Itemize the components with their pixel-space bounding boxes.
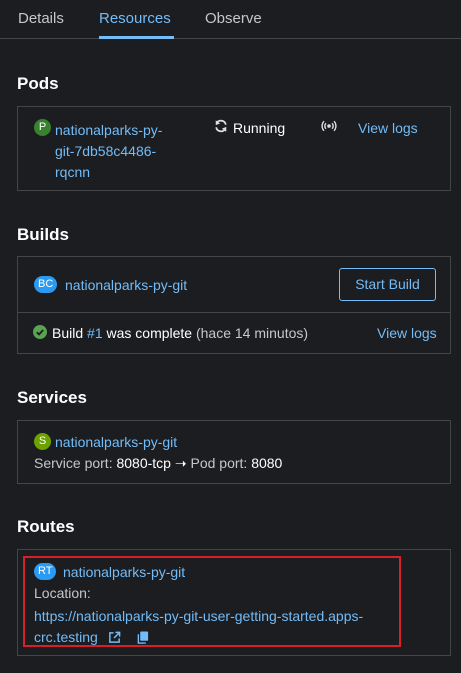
service-ports: Service port: 8080-tcp ➝ Pod port: 8080 [34,455,282,472]
divider [18,312,450,313]
build-time: (hace 14 minutos) [195,325,309,341]
build-number-link[interactable]: #1 [87,325,103,341]
route-highlight-box [23,556,401,647]
arrow-right-icon: ➝ [174,455,187,471]
pods-heading: Pods [17,74,59,93]
service-port-value: 8080-tcp [116,455,171,471]
build-status-text: Build #1 was complete (hace 14 minutos) [52,325,308,341]
services-heading: Services [17,388,87,407]
services-card: S nationalparks-py-git Service port: 808… [17,420,451,484]
sync-icon [214,119,228,136]
build-view-logs-link[interactable]: View logs [377,325,437,341]
pod-name-line: git-7db58c4486- [55,143,157,159]
pod-name-line: nationalparks-py- [55,122,163,138]
build-config-badge: BC [34,276,58,293]
pod-badge: P [34,119,51,136]
build-config-name-link[interactable]: nationalparks-py-git [65,277,187,293]
builds-card: BC nationalparks-py-git Start Build Buil… [17,256,451,354]
service-badge: S [34,433,51,450]
pods-card: P nationalparks-py- git-7db58c4486- rqcn… [17,106,451,191]
tab-bar: Details Resources Observe [0,0,461,39]
broadcast-icon [321,119,337,136]
service-port-label: Service port: [34,455,113,471]
pod-name-link[interactable]: nationalparks-py- git-7db58c4486- rqcnn [55,120,162,183]
build-suffix: was complete [106,325,193,341]
routes-heading: Routes [17,517,75,536]
check-circle-icon [33,325,47,342]
start-build-button[interactable]: Start Build [339,268,436,301]
pod-view-logs-link[interactable]: View logs [358,120,418,136]
tab-observe[interactable]: Observe [205,10,262,27]
builds-heading: Builds [17,225,69,244]
pod-name-line: rqcnn [55,164,91,180]
service-name-link[interactable]: nationalparks-py-git [55,434,177,450]
tab-resources[interactable]: Resources [99,10,171,27]
pod-status: Running [233,120,286,136]
pod-port-value: 8080 [251,455,283,471]
active-tab-indicator [99,36,174,39]
pod-port-label: Pod port: [190,455,248,471]
build-prefix: Build [52,325,84,341]
tab-details[interactable]: Details [18,10,64,27]
